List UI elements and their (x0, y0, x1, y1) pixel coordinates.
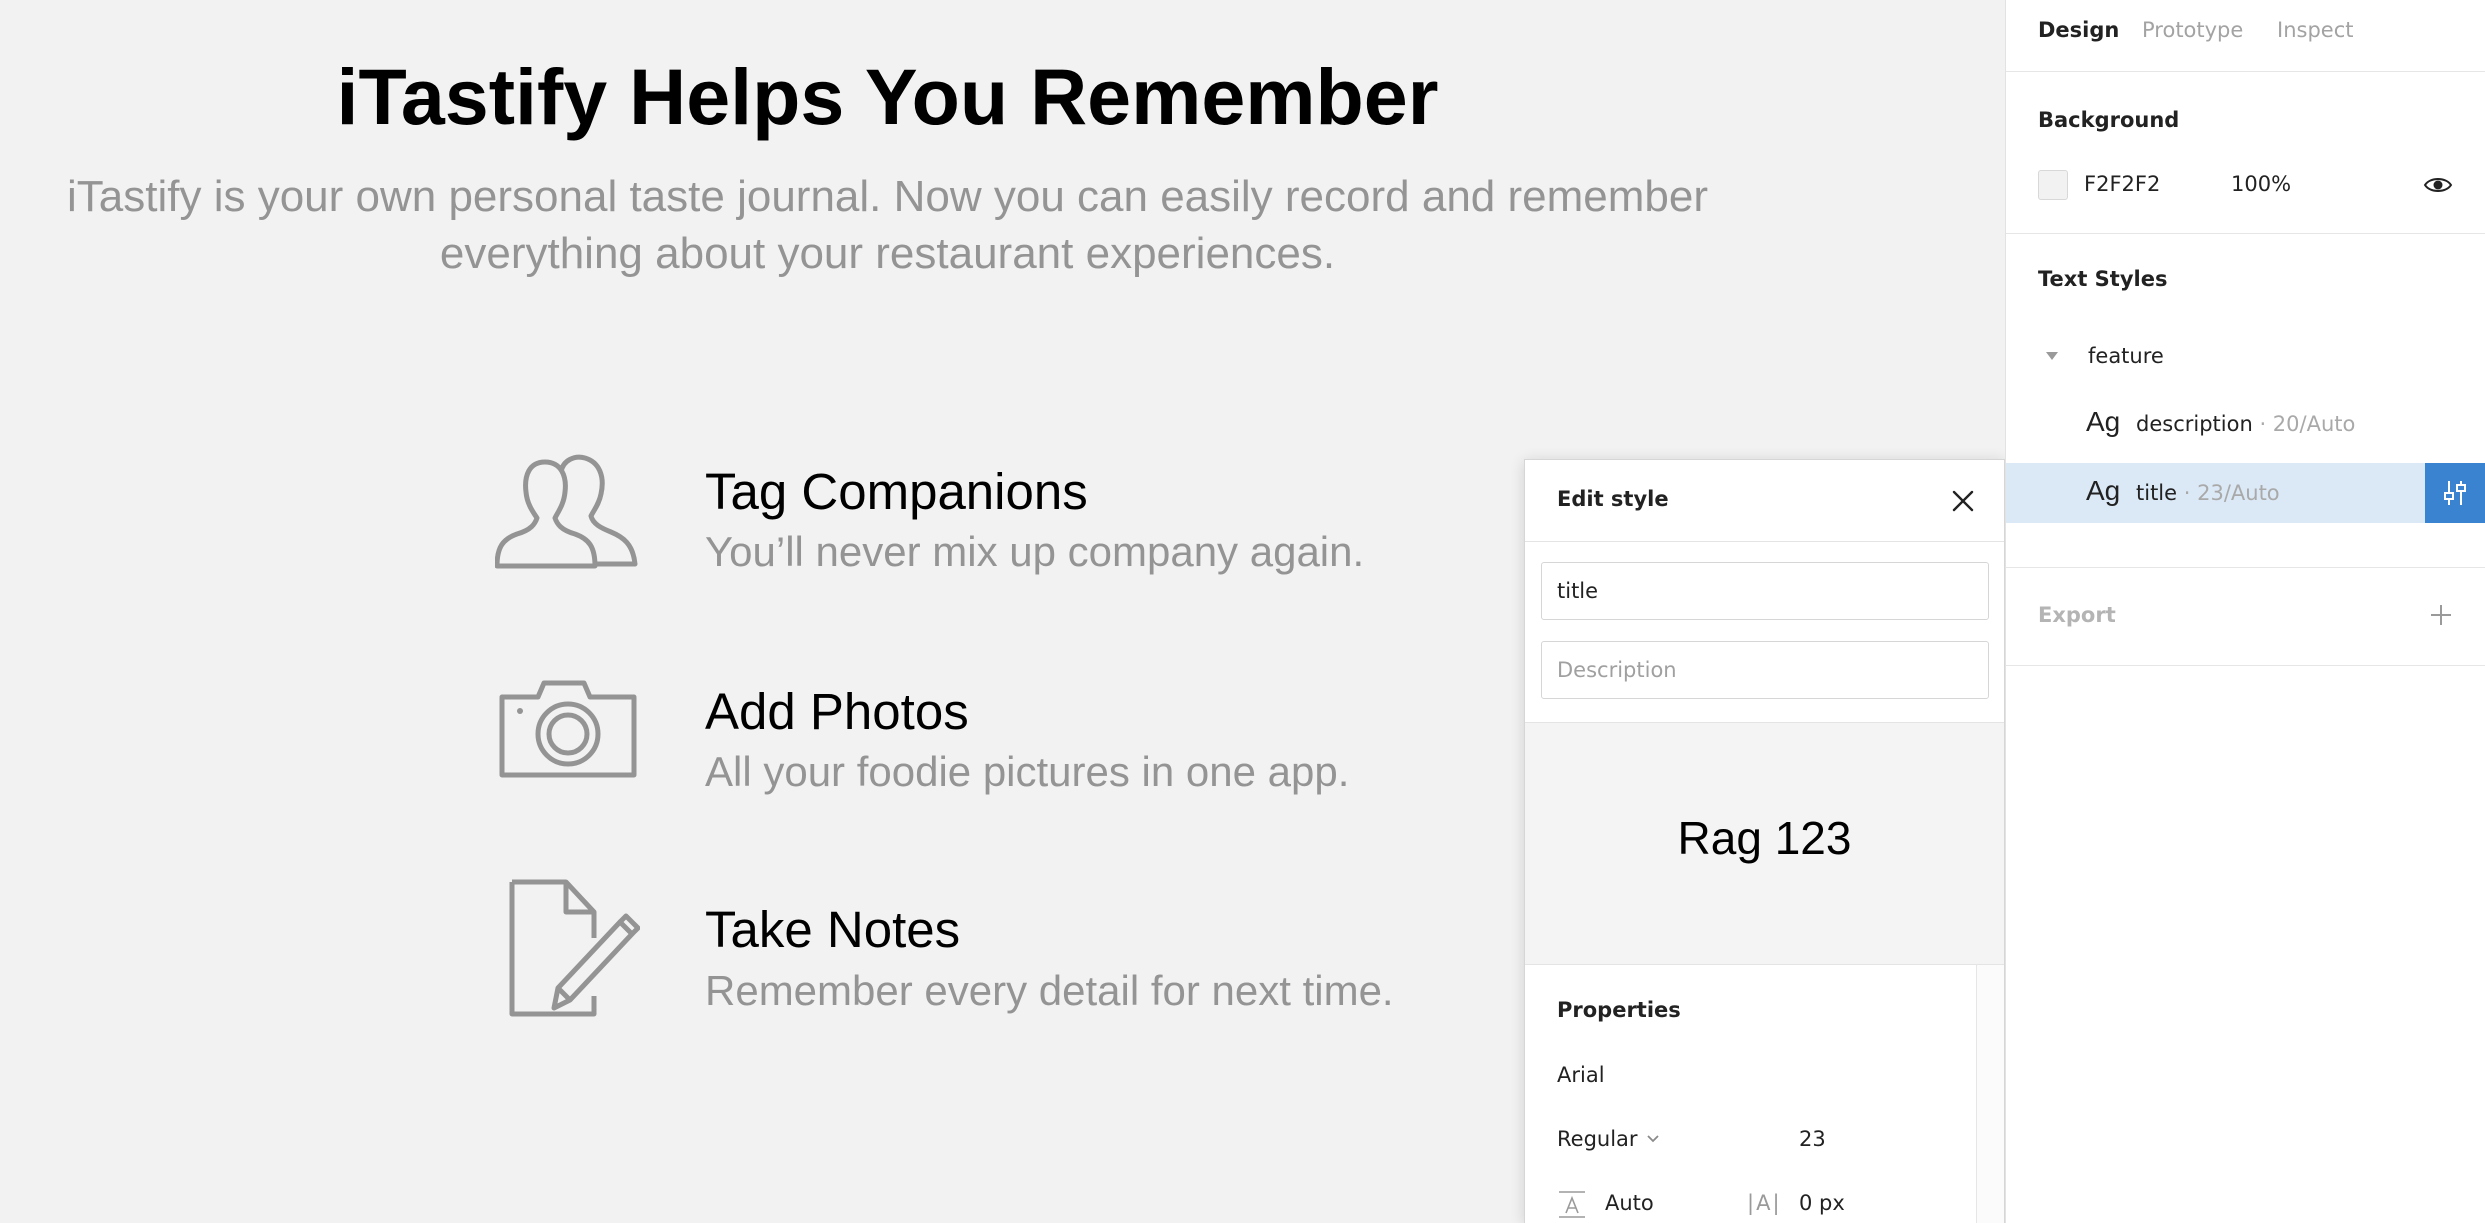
tab-design[interactable]: Design (2038, 18, 2119, 42)
scrollbar[interactable] (1976, 965, 2004, 1223)
text-style-label: title · 23/Auto (2136, 481, 2280, 505)
add-export-icon[interactable] (2429, 603, 2453, 627)
line-height-icon (1557, 1189, 1587, 1219)
font-family-select[interactable]: Arial (1557, 1063, 1605, 1087)
style-name-input[interactable] (1541, 562, 1989, 620)
letter-spacing-input[interactable]: 0 px (1799, 1191, 1845, 1215)
feature-description: You’ll never mix up company again. (705, 528, 1365, 575)
chevron-down-icon (1646, 1135, 1659, 1143)
text-style-group-feature[interactable]: feature (2006, 338, 2485, 378)
camera-icon (498, 677, 638, 779)
letter-spacing-icon: |A| (1747, 1191, 1782, 1215)
group-name: feature (2088, 344, 2164, 368)
eye-icon[interactable] (2423, 172, 2453, 198)
notes-pencil-icon (508, 878, 640, 1018)
tab-inspect[interactable]: Inspect (2277, 18, 2353, 42)
divider (2006, 665, 2485, 666)
style-preview: Rag 123 (1525, 722, 2004, 965)
text-style-meta: · 20/Auto (2259, 412, 2356, 436)
feature-description: Remember every detail for next time. (705, 967, 1394, 1014)
feature-title: Tag Companions (705, 463, 1088, 520)
style-preview-text: Rag 123 (1677, 812, 1852, 864)
tab-prototype[interactable]: Prototype (2142, 18, 2243, 42)
text-style-meta: · 23/Auto (2183, 481, 2280, 505)
background-hex-input[interactable]: F2F2F2 (2084, 172, 2160, 196)
hero-title: iTastify Helps You Remember (336, 52, 1439, 141)
divider (2006, 233, 2485, 234)
edit-style-header: Edit style (1525, 460, 2004, 542)
export-label: Export (2038, 603, 2116, 627)
divider (2006, 567, 2485, 568)
text-style-row[interactable]: Ag description · 20/Auto (2006, 394, 2485, 454)
edit-style-button[interactable] (2425, 463, 2485, 523)
text-styles-label: Text Styles (2038, 267, 2168, 291)
background-opacity-input[interactable]: 100% (2231, 172, 2291, 196)
background-label: Background (2038, 108, 2180, 132)
text-style-glyph: Ag (2086, 406, 2121, 437)
panel-tabs: Design Prototype Inspect (2006, 0, 2485, 72)
hero-subtitle-line-1: iTastify is your own personal taste jour… (67, 172, 1708, 221)
style-description-input[interactable] (1541, 641, 1989, 699)
font-size-input[interactable]: 23 (1799, 1127, 1826, 1151)
text-style-name: title (2136, 481, 2178, 505)
properties-label: Properties (1557, 998, 1681, 1022)
close-icon[interactable] (1948, 486, 1978, 516)
edit-style-title: Edit style (1557, 487, 1669, 511)
font-weight-value: Regular (1557, 1127, 1638, 1151)
text-style-row[interactable]: Ag title · 23/Auto (2006, 463, 2485, 523)
text-style-name: description (2136, 412, 2253, 436)
text-style-label: description · 20/Auto (2136, 412, 2355, 436)
hero-subtitle-line-2: everything about your restaurant experie… (439, 229, 1336, 278)
font-weight-select[interactable]: Regular (1557, 1127, 1660, 1151)
properties-panel: Design Prototype Inspect Background F2F2… (2005, 0, 2485, 1223)
feature-title: Add Photos (705, 683, 969, 740)
sliders-icon (2444, 481, 2466, 505)
feature-title: Take Notes (705, 901, 961, 958)
feature-description: All your foodie pictures in one app. (705, 748, 1350, 795)
companions-icon (495, 452, 638, 569)
text-style-glyph: Ag (2086, 475, 2121, 506)
edit-style-popup: Edit style Rag 123 Properties Arial Regu… (1524, 459, 2005, 1223)
caret-down-icon (2046, 352, 2058, 360)
background-color-swatch[interactable] (2038, 170, 2068, 200)
line-height-input[interactable]: Auto (1605, 1191, 1654, 1215)
hero-subtitle: iTastify is your own personal taste jour… (40, 168, 1735, 282)
